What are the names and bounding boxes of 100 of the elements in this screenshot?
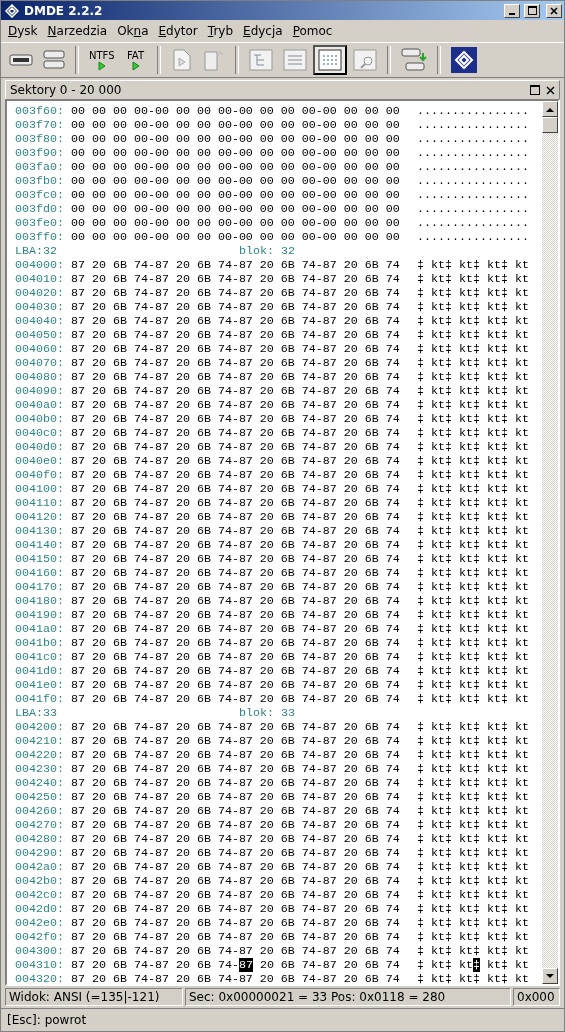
- scroll-down-button[interactable]: [542, 968, 558, 984]
- hex-bytes: 87 20 6B 74-87 20 6B 74-87 20 6B 74-87 20 6B 74: [71, 524, 401, 538]
- hex-bytes: 87 20 6B 74-87 20 6B 74-87 20 6B 74-87 20 6B 74: [71, 552, 401, 566]
- play-icon: [131, 60, 140, 71]
- close-icon[interactable]: [546, 85, 555, 95]
- maximize-icon[interactable]: [530, 85, 540, 95]
- hex-bytes: 87 20 6B 74-87 20 6B 74-87 20 6B 74-87 20 6B 74: [71, 832, 401, 846]
- ascii-text: ‡ kt‡ kt‡ kt‡ kt: [417, 314, 529, 328]
- offset-label: 004130:: [15, 524, 65, 538]
- ascii-text: ‡ kt‡ kt‡ kt‡ kt: [417, 636, 529, 650]
- logo-icon: [450, 47, 477, 73]
- ascii-text: ‡ kt‡ kt‡ kt‡ kt: [417, 818, 529, 832]
- filesystem-button[interactable]: FAT: [120, 45, 151, 75]
- hex-bytes: 87 20 6B 74-87 20 6B 74-87 20 6B 74-87 20 6B 74: [71, 636, 401, 650]
- ascii-text: ................: [417, 160, 529, 174]
- hex-bytes: 87 20 6B 74-87 20 6B 74-87 20 6B 74-87 20 6B 74: [71, 944, 401, 958]
- minimize-button[interactable]: [504, 3, 520, 18]
- block-label: blok: 33: [239, 706, 295, 720]
- maximize-icon: [527, 6, 537, 15]
- offset-label: 004220:: [15, 748, 65, 762]
- hex-bytes: 00 00 00 00-00 00 00 00-00 00 00 00-00 00 00 00: [71, 104, 401, 118]
- offset-label: 004070:: [15, 356, 65, 370]
- lba-label: LBA:32: [15, 244, 58, 258]
- ascii-text: ‡ kt‡ kt‡ kt‡ kt: [417, 356, 529, 370]
- maximize-button[interactable]: [524, 3, 540, 18]
- offset-label: 003fc0:: [15, 188, 65, 202]
- ascii-text: ‡ kt‡ kt‡ kt‡ kt: [417, 650, 529, 664]
- hex-bytes: 87 20 6B 74-87 20 6B 74-87 20 6B 74-87 20 6B 74: [71, 286, 401, 300]
- hex-bytes: 87 20 6B 74-87 20 6B 74-87 20 6B 74-87 20 6B 74: [71, 818, 401, 832]
- offset-label: 0040b0:: [15, 412, 65, 426]
- offset-label: 0042a0:: [15, 860, 65, 874]
- ascii-text: ‡ kt‡ kt‡ kt‡ kt: [417, 888, 529, 902]
- offset-label: 004180:: [15, 594, 65, 608]
- hex-bytes: 00 00 00 00-00 00 00 00-00 00 00 00-00 00 00 00: [71, 146, 401, 160]
- offset-label: 0042c0:: [15, 888, 65, 902]
- ascii-text: ‡ kt‡ kt‡ kt‡ kt: [417, 328, 529, 342]
- hex-bytes: 87 20 6B 74-87 20 6B 74-87 20 6B 74-87 20 6B 74: [71, 804, 401, 818]
- offset-label: 0042e0:: [15, 916, 65, 930]
- close-button[interactable]: [546, 3, 562, 18]
- hex-bytes: 87 20 6B 74-87 20 6B 74-87 20 6B 74-87 20 6B 74: [71, 566, 401, 580]
- offset-label: 004050:: [15, 328, 65, 342]
- menu-item[interactable]: Narzedzia: [42, 24, 113, 38]
- scroll-up-button[interactable]: [542, 101, 558, 117]
- ascii-text: ‡ kt‡ kt‡ kt‡ kt: [417, 622, 529, 636]
- hex-bytes: 87 20 6B 74-87 20 6B 74-87 20 6B 74-87 20 6B 74: [71, 496, 401, 510]
- offset-label: 004240:: [15, 776, 65, 790]
- ascii-text: ‡ kt‡ kt‡ kt‡ kt: [417, 510, 529, 524]
- hex-bytes: 87 20 6B 74-87 20 6B 74-87 20 6B 74-87 20 6B 74: [71, 650, 401, 664]
- hex-bytes: 87 20 6B 74-87 20 6B 74-87 20 6B 74-87 20 6B 74: [71, 454, 401, 468]
- toolbar-button[interactable]: [312, 45, 347, 75]
- vertical-scrollbar[interactable]: [542, 101, 558, 984]
- ascii-text: ‡ kt‡ kt‡ kt‡ kt: [417, 692, 529, 706]
- hex-bytes: 87 20 6B 74-87 20 6B 74-87 20 6B 74-87 20 6B 74: [71, 678, 401, 692]
- hex-bytes: 87 20 6B 74-87 20 6B 74-87 20 6B 74-87 20 6B 74: [71, 468, 401, 482]
- ascii-text: ‡ kt‡ kt‡ kt‡ kt: [417, 286, 529, 300]
- hint-text: [Esc]: powrot: [7, 1013, 87, 1027]
- menu-item[interactable]: Dysk: [3, 24, 43, 38]
- hex-bytes: 87 20 6B 74-87 20 6B 74-87 20 6B 74-87 20 6B 74: [71, 846, 401, 860]
- ascii-text: ‡ kt‡ kt‡ kt‡ kt: [417, 804, 529, 818]
- hex-bytes: 87 20 6B 74-87 20 6B 74-87 20 6B 74-87 20 6B 74: [71, 622, 401, 636]
- ascii-text: ‡ kt‡ kt‡ kt‡ kt: [417, 524, 529, 538]
- ascii-text: ................: [417, 188, 529, 202]
- hex-bytes: 87 20 6B 74-87 20 6B 74-87 20 6B 74-87 20 6B 74: [71, 412, 401, 426]
- offset-label: 004120:: [15, 510, 65, 524]
- offset-label: 004210:: [15, 734, 65, 748]
- ascii-text: ................: [417, 132, 529, 146]
- hex-bytes: 87 20 6B 74-87 20 6B 74-87 20 6B 74-87 20 6B 74: [71, 692, 401, 706]
- filesystem-button[interactable]: NTFS: [85, 45, 119, 75]
- menu-item[interactable]: Pomoc: [287, 24, 338, 38]
- ascii-text: ‡ kt‡ kt‡ kt‡ kt: [417, 468, 529, 482]
- offset-label: 004230:: [15, 762, 65, 776]
- ascii-text: ................: [417, 146, 529, 160]
- hex-bytes: 87 20 6B 74-87 20 6B 74-87 20 6B 74-87 20 6B 74: [71, 370, 401, 384]
- offset-label: 003fb0:: [15, 174, 65, 188]
- ascii-text: ................: [417, 104, 529, 118]
- offset-label: 004300:: [15, 944, 65, 958]
- offset-label: 004250:: [15, 790, 65, 804]
- ascii-text: ‡ kt‡ kt‡ kt‡ kt: [417, 398, 529, 412]
- hex-bytes: 87 20 6B 74-87 20 6B 74-87 20 6B 74-87 20 6B 74: [71, 342, 401, 356]
- tree-view-icon: [248, 49, 273, 71]
- ascii-text: ‡ kt‡ kt‡ kt‡ kt: [417, 566, 529, 580]
- menu-item[interactable]: Edytor: [153, 24, 203, 38]
- ascii-text: ‡ kt‡ kt‡ kt‡ kt: [417, 258, 529, 272]
- ascii-text: ‡ kt‡ kt‡ kt‡ kt: [417, 720, 529, 734]
- menu-item[interactable]: Edycja: [238, 24, 288, 38]
- ascii-text: ................: [417, 174, 529, 188]
- ascii-text: ‡ kt‡ kt‡ kt‡ kt: [417, 608, 529, 622]
- menu-item[interactable]: Tryb: [202, 24, 239, 38]
- hex-bytes: 87 20 6B 74-87 20 6B 74-87 20 6B 74-87 20 6B 74: [71, 398, 401, 412]
- scroll-thumb[interactable]: [542, 117, 558, 133]
- hex-bytes: 87 20 6B 74-87 20 6B 74-87 20 6B 74-87 20 6B 74: [71, 482, 401, 496]
- grid-view-icon: [317, 49, 342, 71]
- hex-bytes: 00 00 00 00-00 00 00 00-00 00 00 00-00 00 00 00: [71, 202, 401, 216]
- drive-icon: [9, 53, 33, 67]
- ascii-text: ‡ kt‡ kt‡ kt‡ kt: [417, 958, 529, 972]
- status-text: Widok: ANSI (=135|-121): [5, 988, 183, 1006]
- hex-bytes: 87 20 6B 74-87 20 6B 74-87 20 6B 74-87 20 6B 74: [71, 720, 401, 734]
- hex-bytes: 00 00 00 00-00 00 00 00-00 00 00 00-00 00 00 00: [71, 230, 401, 244]
- menu-item[interactable]: Okna: [112, 24, 154, 38]
- offset-label: 0041f0:: [15, 692, 65, 706]
